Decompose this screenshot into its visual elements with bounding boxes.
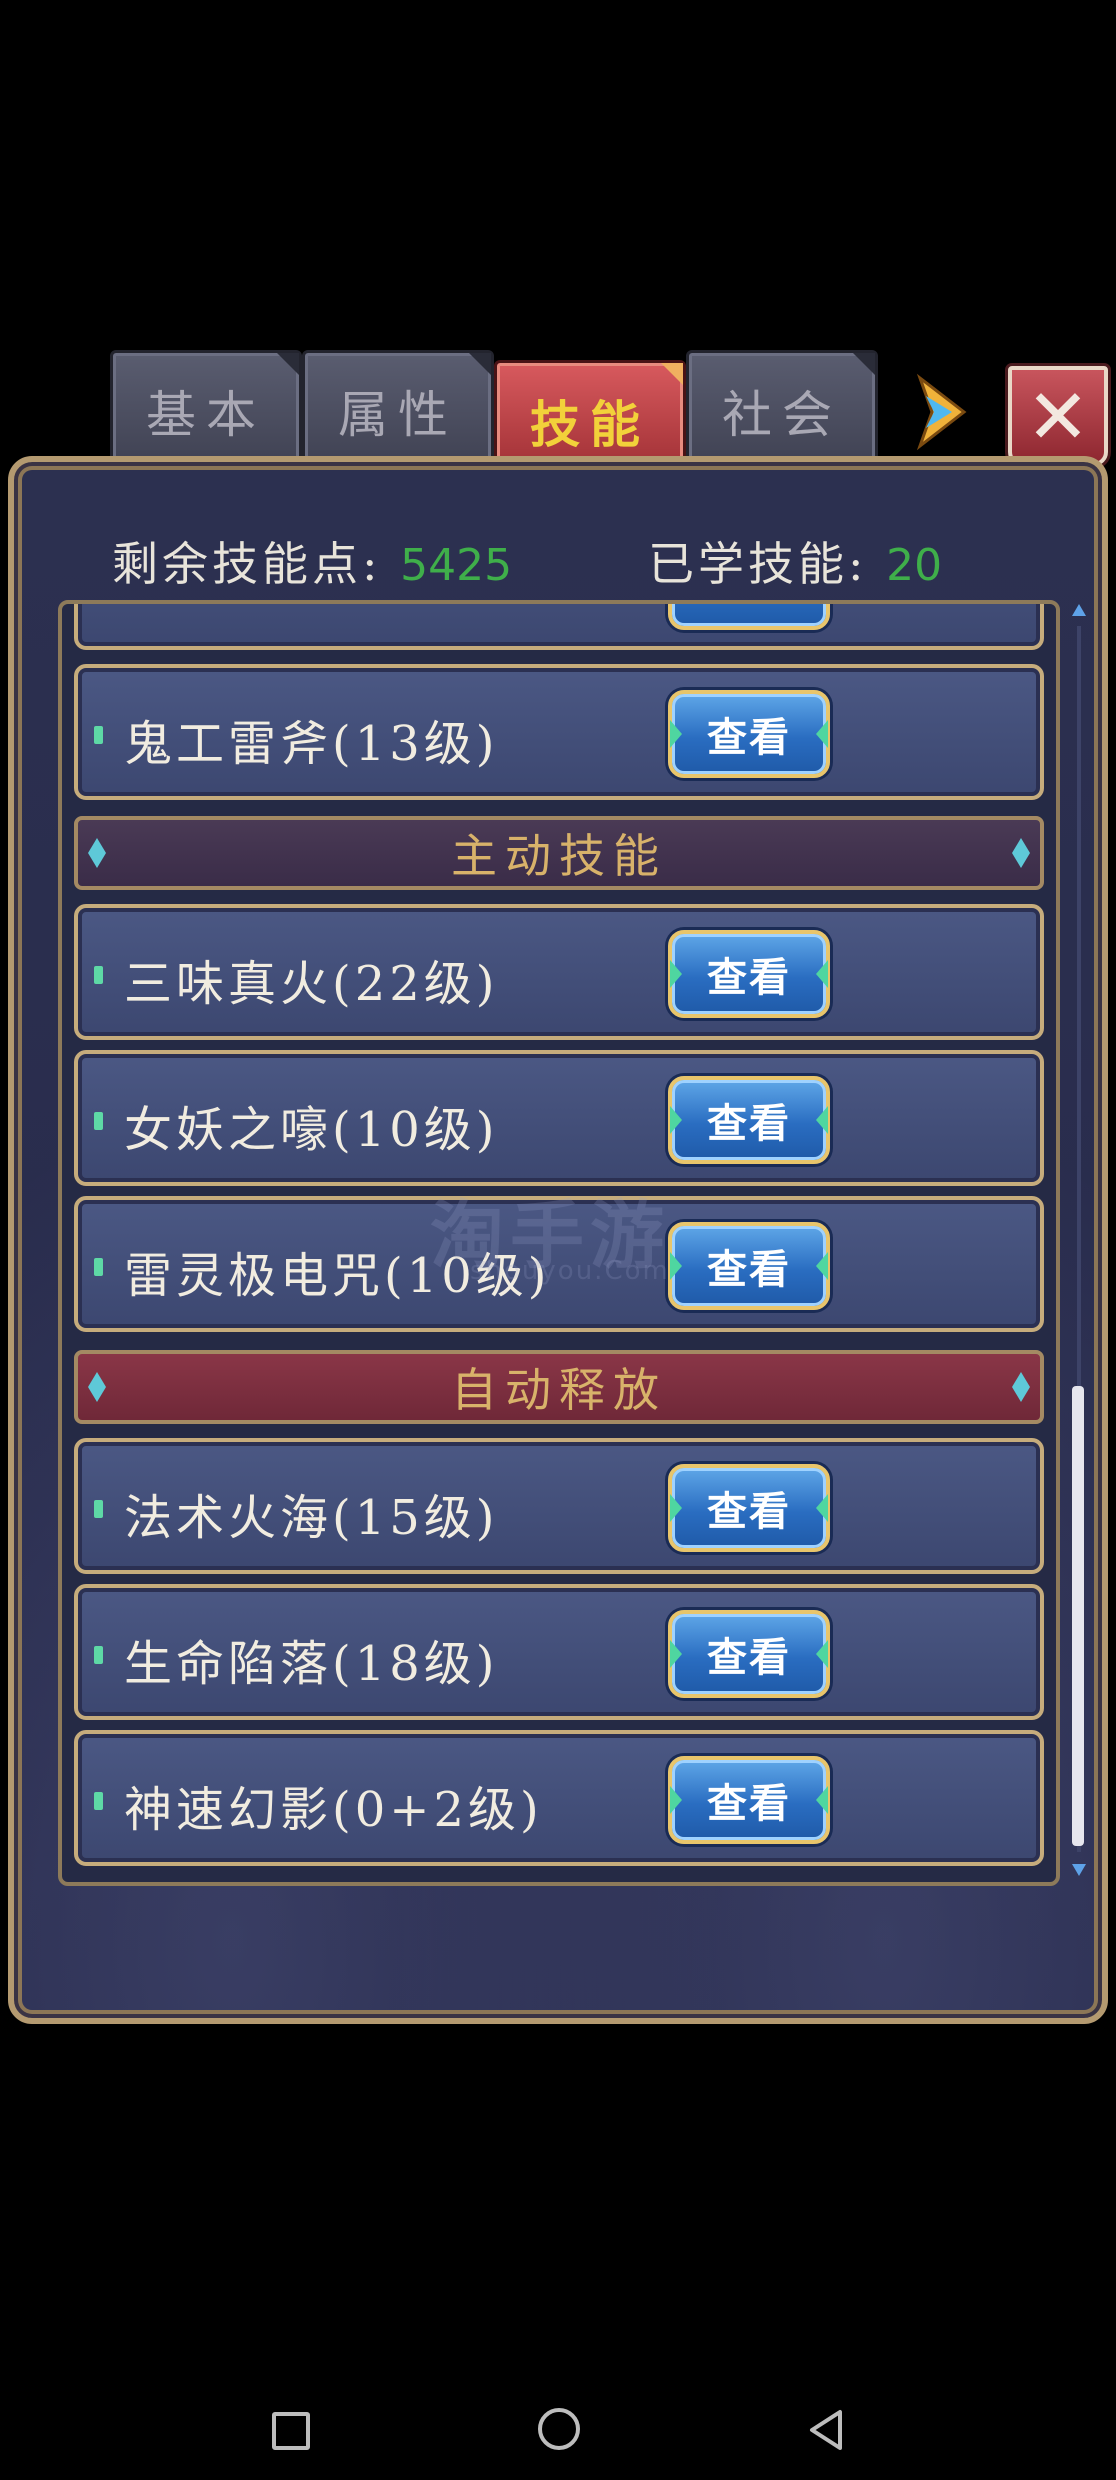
section-header-active-skills: 主动技能 [74,816,1044,890]
bullet-icon [94,1792,103,1810]
tab-attributes-label: 属性 [338,386,458,444]
tab-basic-label: 基本 [146,386,266,444]
tab-corner-decoration [277,353,299,375]
skill-name: 女妖之嚎(10级) [124,1102,499,1158]
bullet-icon [94,1112,103,1130]
diamond-icon [88,1372,106,1402]
view-button[interactable]: 查看 [668,1076,830,1164]
section-header-auto-release: 自动释放 [74,1350,1044,1424]
remaining-label: 剩余技能点: [112,537,382,591]
square-icon[interactable] [272,2412,310,2450]
tab-attributes[interactable]: 属性 [302,350,494,472]
arrow-right-icon [916,373,967,451]
tab-corner-decoration [469,353,491,375]
watermark-sub: shouyou.Com [470,1256,670,1286]
skill-name: 法术火海(15级) [124,1490,499,1546]
remaining-value: 5425 [400,540,513,591]
scroll-thumb[interactable] [1072,1386,1084,1846]
tab-corner-decoration [853,353,875,375]
skill-name: 鬼工雷斧(13级) [124,716,499,772]
diamond-icon [88,838,106,868]
skill-name: 神速幻影(0+2级) [124,1782,543,1838]
diamond-icon [1012,838,1030,868]
view-button[interactable]: 查看 [668,1756,830,1844]
tab-corner-decoration [661,363,683,385]
list-scrollbar[interactable] [1068,600,1090,1880]
skill-row: 鬼工雷斧(13级) 查看 [74,664,1044,800]
close-button[interactable]: ✕ [1008,366,1108,466]
bullet-icon [94,1258,103,1276]
learned-label: 已学技能: [648,537,868,591]
circle-icon[interactable] [538,2408,580,2450]
system-nav-bar [0,2380,1116,2480]
scroll-up-icon[interactable] [1072,604,1086,616]
tab-social[interactable]: 社会 [686,350,878,472]
diamond-icon [1012,1372,1030,1402]
view-button[interactable]: 查看 [668,1222,830,1310]
tab-skills-label: 技能 [530,395,650,454]
next-page-button[interactable] [912,372,972,452]
skill-row: 法术火海(15级) 查看 [74,1438,1044,1574]
tab-social-label: 社会 [722,386,842,444]
close-icon: ✕ [1026,371,1090,461]
skill-row: 女妖之嚎(10级) 查看 [74,1050,1044,1186]
bullet-icon [94,966,103,984]
section-title: 自动释放 [451,1363,667,1417]
skill-name: 生命陷落(18级) [124,1636,499,1692]
view-button[interactable]: 查看 [668,690,830,778]
bullet-icon [94,1646,103,1664]
skill-row: 三味真火(22级) 查看 [74,904,1044,1040]
skill-row: 神速幻影(0+2级) 查看 [74,1730,1044,1866]
view-button[interactable]: 查看 [668,1464,830,1552]
remaining-skill-points: 剩余技能点: 5425 [112,528,512,594]
skill-name: 三味真火(22级) [124,956,499,1012]
skill-row-partial [74,604,1044,650]
scroll-down-icon[interactable] [1072,1864,1086,1876]
tab-basic[interactable]: 基本 [110,350,302,472]
bullet-icon [94,1500,103,1518]
learned-value: 20 [886,540,943,591]
learned-skills-count: 已学技能: 20 [648,528,942,594]
view-button[interactable] [668,604,830,630]
view-button[interactable]: 查看 [668,1610,830,1698]
bullet-icon [94,726,103,744]
triangle-back-icon[interactable] [806,2408,846,2452]
view-button[interactable]: 查看 [668,930,830,1018]
section-title: 主动技能 [451,829,667,883]
skill-row: 生命陷落(18级) 查看 [74,1584,1044,1720]
